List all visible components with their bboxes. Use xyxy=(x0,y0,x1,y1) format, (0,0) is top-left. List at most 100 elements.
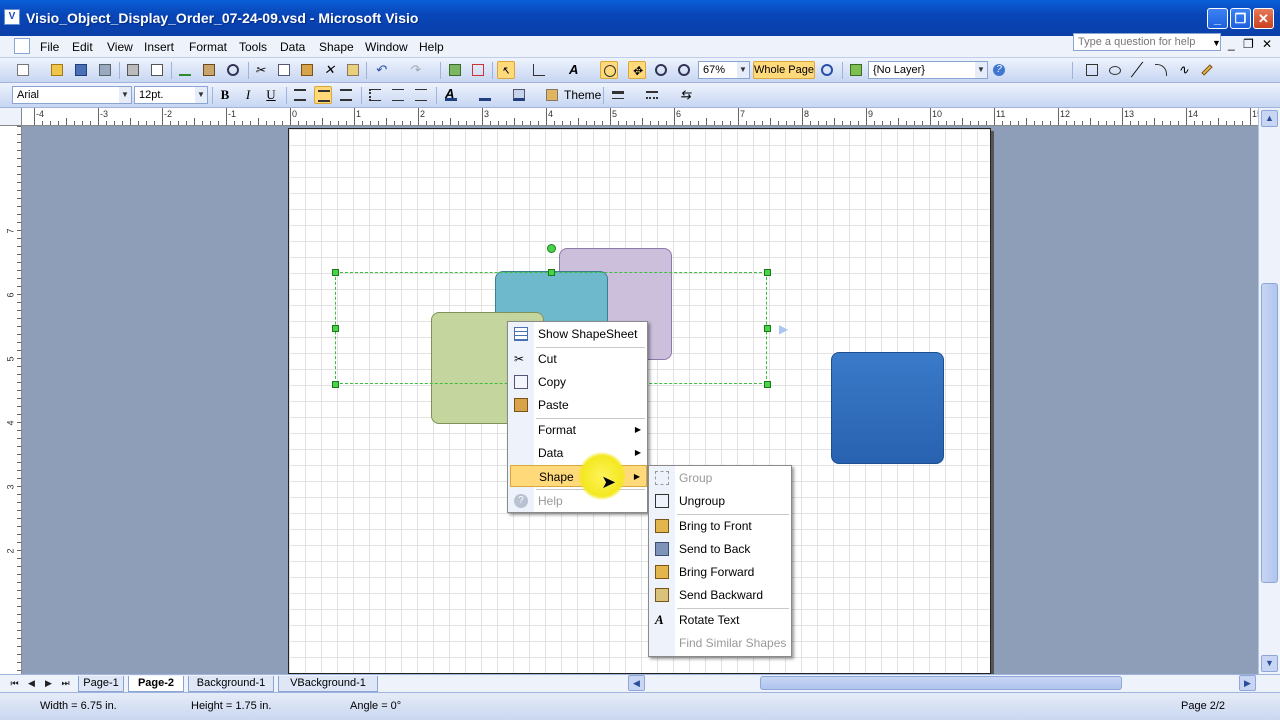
rotation-handle[interactable] xyxy=(547,244,556,253)
submenu-send-backward[interactable]: Send Backward xyxy=(651,584,791,606)
font-dropdown-icon[interactable]: ▼ xyxy=(119,87,131,103)
open-icon[interactable] xyxy=(48,61,66,79)
increase-indent-icon[interactable] xyxy=(412,86,430,104)
font-size-combo[interactable]: 12pt. ▼ xyxy=(134,86,208,104)
layer-combo[interactable]: {No Layer} ▼ xyxy=(868,61,988,79)
layer-dropdown-icon[interactable]: ▼ xyxy=(975,62,987,78)
cut-icon[interactable]: ✂ xyxy=(252,61,270,79)
fill-color-icon[interactable] xyxy=(510,86,528,104)
autoconnect-arrow-icon[interactable]: ▶ xyxy=(779,322,788,336)
pan-zoom-icon[interactable]: ✥ xyxy=(628,61,646,79)
submenu-send-to-back[interactable]: Send to Back xyxy=(651,538,791,560)
line-pattern-icon[interactable] xyxy=(643,86,661,104)
scroll-right-icon[interactable]: ▶ xyxy=(1239,675,1256,691)
menu-paste[interactable]: Paste xyxy=(510,394,647,416)
tab-page-1[interactable]: Page-1 xyxy=(78,676,124,692)
resize-handle-br[interactable] xyxy=(764,381,771,388)
menu-view[interactable]: View xyxy=(107,40,133,54)
submenu-bring-to-front[interactable]: Bring to Front xyxy=(651,515,791,537)
menu-help[interactable]: Help xyxy=(419,40,444,54)
zoom-combo[interactable]: 67% ▼ xyxy=(698,61,750,79)
menu-data[interactable]: Data ▶ xyxy=(510,442,647,464)
close-button[interactable]: ✕ xyxy=(1253,8,1274,29)
align-right-icon[interactable] xyxy=(337,86,355,104)
horizontal-scroll-thumb[interactable] xyxy=(760,676,1122,690)
theme-icon[interactable] xyxy=(543,86,561,104)
bold-button[interactable]: B xyxy=(216,86,234,104)
menu-shape[interactable]: Shape xyxy=(319,40,354,54)
menu-cut[interactable]: ✂ Cut xyxy=(510,348,647,370)
menu-data[interactable]: Data xyxy=(280,40,305,54)
align-left-icon[interactable] xyxy=(291,86,309,104)
menu-format[interactable]: Format ▶ xyxy=(510,419,647,441)
menu-copy[interactable]: Copy xyxy=(510,371,647,393)
menu-format[interactable]: Format xyxy=(189,40,227,54)
permission-icon[interactable] xyxy=(96,61,114,79)
paste-icon[interactable] xyxy=(298,61,316,79)
resize-handle-t[interactable] xyxy=(548,269,555,276)
delete-icon[interactable]: ✕ xyxy=(321,61,339,79)
visio-app-icon[interactable]: V xyxy=(4,9,20,25)
shapes-icon[interactable] xyxy=(446,61,464,79)
find-icon[interactable] xyxy=(224,61,242,79)
line-color-icon[interactable] xyxy=(476,86,494,104)
vertical-ruler[interactable]: 7 6 5 4 3 2 xyxy=(0,126,22,674)
text-tool-icon[interactable]: A xyxy=(566,61,584,79)
ellipse-tool-icon[interactable] xyxy=(1106,61,1124,79)
menu-edit[interactable]: Edit xyxy=(72,40,93,54)
menu-insert[interactable]: Insert xyxy=(144,40,174,54)
submenu-find-similar-shapes[interactable]: Find Similar Shapes xyxy=(651,632,791,654)
line-ends-icon[interactable]: ⇆ xyxy=(677,86,695,104)
resize-handle-tl[interactable] xyxy=(332,269,339,276)
theme-button[interactable]: Theme xyxy=(564,88,601,102)
freeform-tool-icon[interactable]: ∿ xyxy=(1175,61,1193,79)
connector-tool-icon[interactable] xyxy=(530,61,548,79)
italic-button[interactable]: I xyxy=(239,86,257,104)
help-icon[interactable]: ? xyxy=(990,61,1008,79)
restore-button[interactable]: ❐ xyxy=(1230,8,1251,29)
doc-close-icon[interactable]: ✕ xyxy=(1262,37,1272,51)
submenu-group[interactable]: Group xyxy=(651,467,791,489)
arc-tool-icon[interactable] xyxy=(1152,61,1170,79)
redo-icon[interactable]: ↷ xyxy=(406,61,424,79)
last-page-icon[interactable]: ⏭ xyxy=(59,677,72,690)
align-center-icon[interactable] xyxy=(314,86,332,104)
blue-rounded-rect[interactable] xyxy=(831,352,944,464)
line-weight-icon[interactable] xyxy=(609,86,627,104)
minimize-button[interactable]: _ xyxy=(1207,8,1228,29)
document-icon[interactable] xyxy=(14,38,30,54)
pointer-tool-icon[interactable]: ↖ xyxy=(497,61,515,79)
first-page-icon[interactable]: ⏮ xyxy=(8,677,21,690)
menu-window[interactable]: Window xyxy=(365,40,408,54)
scroll-up-icon[interactable]: ▲ xyxy=(1261,110,1278,127)
scroll-down-icon[interactable]: ▼ xyxy=(1261,655,1278,672)
menu-help[interactable]: ? Help xyxy=(510,490,647,512)
resize-handle-l[interactable] xyxy=(332,325,339,332)
help-dropdown-icon[interactable]: ▼ xyxy=(1212,38,1221,48)
tab-vbackground-1[interactable]: VBackground-1 xyxy=(278,676,378,692)
previous-page-icon[interactable]: ◀ xyxy=(25,677,38,690)
resize-handle-r[interactable] xyxy=(764,325,771,332)
spelling-icon[interactable] xyxy=(176,61,194,79)
save-icon[interactable] xyxy=(72,61,90,79)
whole-page-button[interactable]: Whole Page xyxy=(753,61,815,79)
horizontal-scrollbar[interactable]: ◀ ▶ xyxy=(628,675,1258,691)
vertical-scrollbar[interactable]: ▲ ▼ xyxy=(1258,108,1280,674)
zoom-out-icon[interactable] xyxy=(652,61,670,79)
format-painter-icon[interactable] xyxy=(344,61,362,79)
bullets-icon[interactable] xyxy=(366,86,384,104)
help-question-input[interactable]: Type a question for help xyxy=(1073,33,1221,51)
submenu-bring-forward[interactable]: Bring Forward xyxy=(651,561,791,583)
tab-page-2[interactable]: Page-2 xyxy=(128,676,184,692)
submenu-rotate-text[interactable]: A Rotate Text xyxy=(651,609,791,631)
menu-tools[interactable]: Tools xyxy=(239,40,267,54)
pencil-tool-icon[interactable] xyxy=(1198,61,1216,79)
font-combo[interactable]: Arial ▼ xyxy=(12,86,132,104)
horizontal-ruler[interactable]: -4-3-2-10123456789101112131415 xyxy=(22,108,1258,126)
underline-button[interactable]: U xyxy=(262,86,280,104)
decrease-indent-icon[interactable] xyxy=(389,86,407,104)
doc-restore-icon[interactable]: ❐ xyxy=(1243,37,1254,51)
resize-handle-bl[interactable] xyxy=(332,381,339,388)
zoom-window-icon[interactable] xyxy=(818,61,836,79)
layer-properties-icon[interactable] xyxy=(847,61,865,79)
